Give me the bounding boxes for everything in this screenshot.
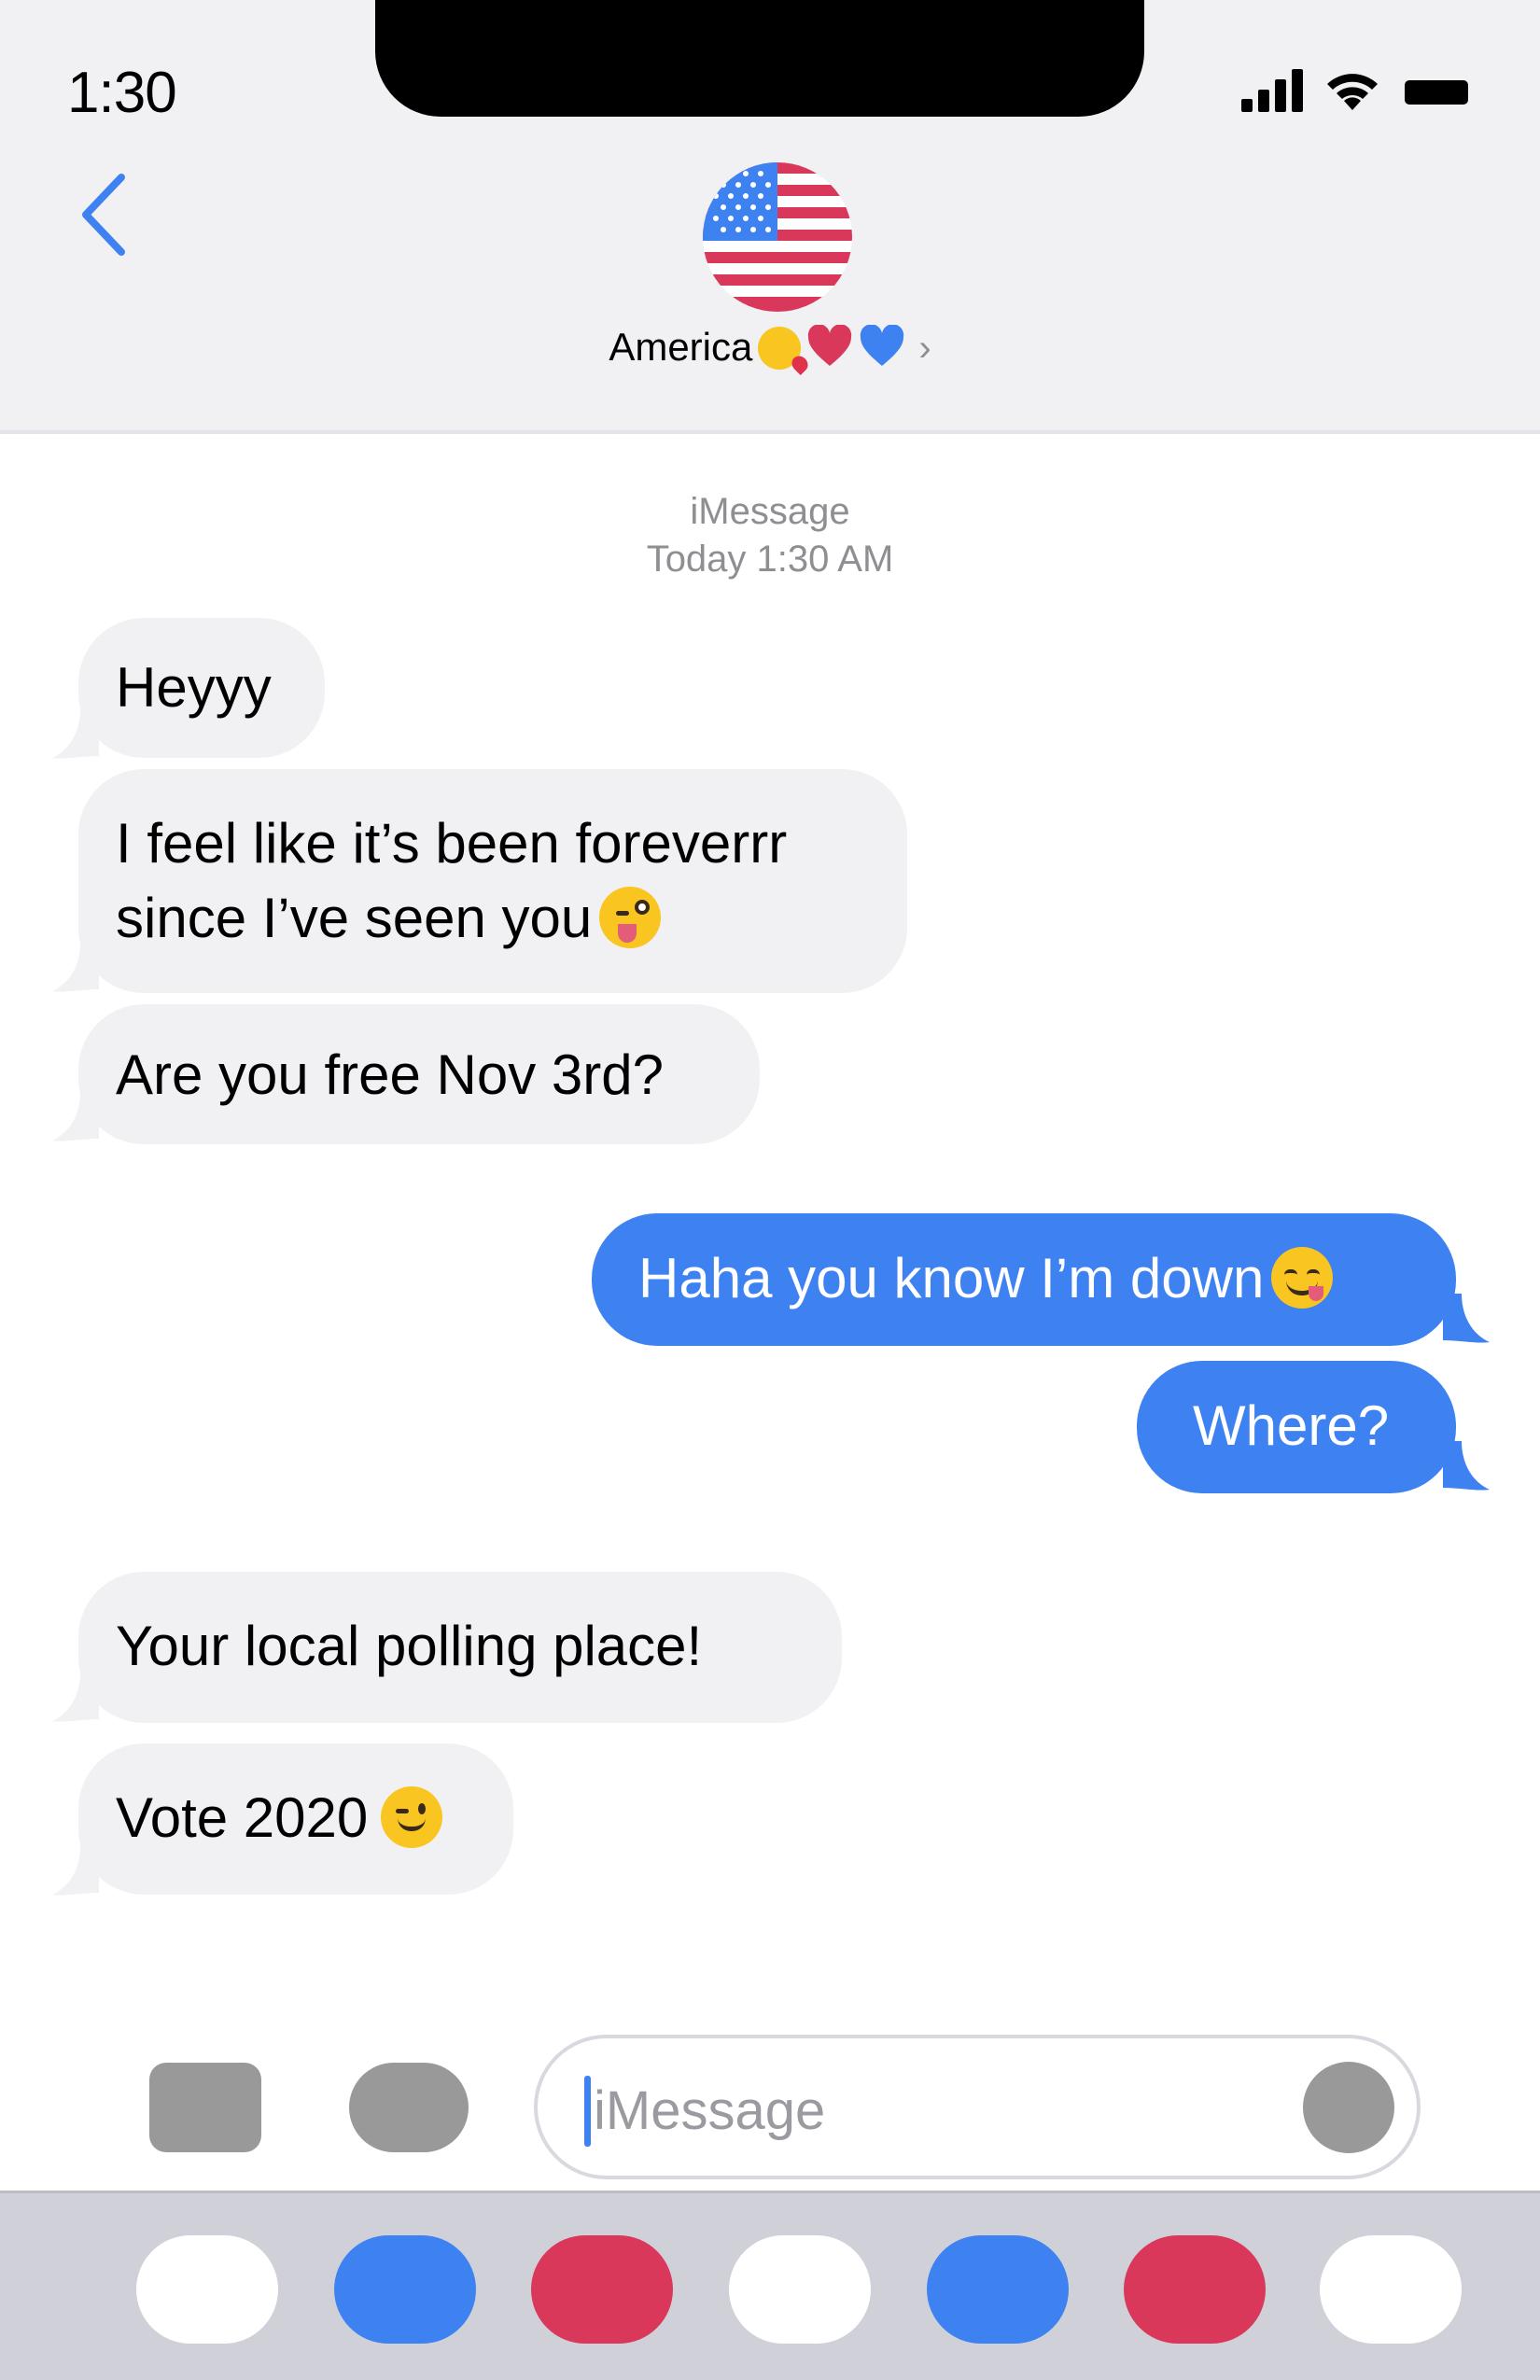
drawer-app-button[interactable]	[1320, 2235, 1462, 2344]
app-drawer-tray	[0, 2191, 1540, 2380]
conversation-header: 1:30 America ›	[0, 0, 1540, 434]
message-text-line: since I’ve seen you	[116, 881, 870, 956]
apps-button[interactable]	[349, 2063, 469, 2152]
winking-tongue-emoji-icon	[599, 887, 662, 948]
drawer-app-button[interactable]	[729, 2235, 871, 2344]
wink-emoji-icon	[381, 1786, 443, 1848]
text-caret	[584, 2076, 591, 2147]
service-label: iMessage	[690, 491, 850, 532]
kiss-emoji-icon	[758, 327, 802, 370]
wifi-icon	[1327, 74, 1378, 110]
device-notch	[375, 0, 1144, 117]
red-heart-icon	[808, 325, 852, 366]
message-bubble-outgoing[interactable]: Where?	[1137, 1361, 1456, 1493]
message-bubble-incoming[interactable]: Your local polling place!	[78, 1572, 842, 1723]
message-bubble-incoming[interactable]: Heyyy	[78, 618, 325, 758]
battery-icon	[1405, 80, 1468, 105]
message-text: Heyyy	[116, 656, 272, 719]
message-bubble-incoming[interactable]: Vote 2020	[78, 1743, 513, 1895]
message-text: Where?	[1193, 1394, 1390, 1457]
drawer-app-button[interactable]	[136, 2235, 278, 2344]
status-time: 1:30	[67, 61, 177, 125]
contact-name: America	[609, 325, 753, 369]
message-text-line: I feel like it’s been foreverrr	[116, 812, 788, 875]
message-input-field[interactable]: iMessage	[534, 2035, 1421, 2179]
message-text: Your local polling place!	[116, 1615, 703, 1677]
chevron-right-icon: ›	[918, 328, 931, 369]
message-text: Vote 2020	[116, 1786, 369, 1849]
camera-button[interactable]	[149, 2063, 261, 2152]
blue-heart-icon	[861, 325, 904, 366]
message-bubble-outgoing[interactable]: Haha you know I’m down	[592, 1213, 1456, 1346]
message-text: Haha you know I’m down	[638, 1247, 1265, 1309]
message-bubble-incoming[interactable]: Are you free Nov 3rd?	[78, 1004, 760, 1144]
message-text: Are you free Nov 3rd?	[116, 1043, 664, 1106]
drawer-app-button[interactable]	[334, 2235, 476, 2344]
thread-timestamp: Today 1:30 AM	[646, 539, 894, 580]
message-text-line-2: since I’ve seen you	[116, 887, 593, 949]
back-chevron-icon[interactable]	[75, 168, 140, 261]
contact-name-button[interactable]: America ›	[0, 325, 1540, 370]
message-bubble-incoming[interactable]: I feel like it’s been foreverrr since I’…	[78, 769, 907, 993]
contact-avatar-flag[interactable]	[703, 162, 852, 312]
yum-emoji-icon	[1271, 1247, 1334, 1309]
message-input-placeholder: iMessage	[594, 2080, 826, 2141]
signal-icon	[1241, 69, 1303, 112]
audio-send-button[interactable]	[1303, 2062, 1394, 2153]
drawer-app-button[interactable]	[1124, 2235, 1266, 2344]
drawer-app-button[interactable]	[927, 2235, 1069, 2344]
drawer-app-button[interactable]	[531, 2235, 673, 2344]
